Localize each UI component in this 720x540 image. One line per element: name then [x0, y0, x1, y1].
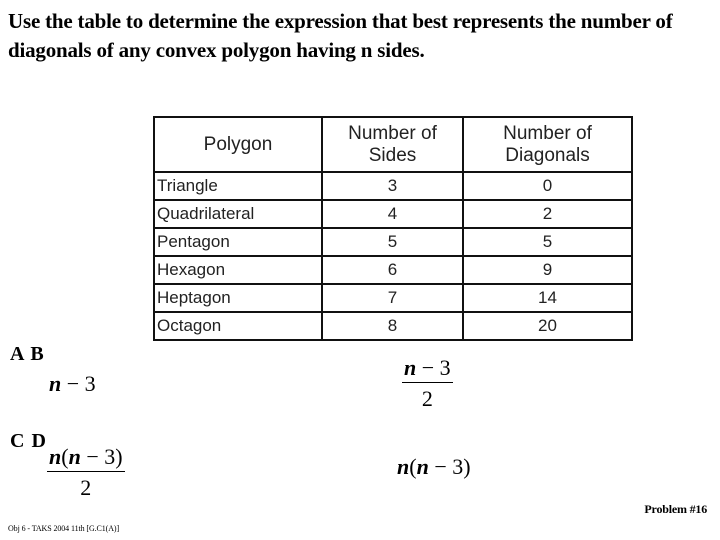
table-row: Pentagon 5 5: [153, 227, 633, 257]
cell-sides: 7: [321, 283, 464, 313]
choice-c-expression[interactable]: n(n − 3) 2: [47, 446, 125, 499]
denominator: 2: [80, 475, 92, 500]
table-row: Heptagon 7 14: [153, 283, 633, 313]
cell-diagonals: 14: [462, 283, 633, 313]
cell-polygon: Octagon: [153, 311, 323, 341]
cell-diagonals: 2: [462, 199, 633, 229]
cell-polygon: Pentagon: [153, 227, 323, 257]
cell-sides: 8: [321, 311, 464, 341]
table-row: Quadrilateral 4 2: [153, 199, 633, 229]
choice-d-expression[interactable]: n(n − 3): [397, 456, 471, 478]
cell-sides: 4: [321, 199, 464, 229]
polygon-table-container: Polygon Number of Sides Number of Diagon…: [153, 116, 633, 341]
cell-diagonals: 20: [462, 311, 633, 341]
objective-reference: Obj 6 - TAKS 2004 11th [G.C1(A)]: [8, 524, 120, 533]
problem-number: Problem #16: [644, 502, 707, 516]
table-row: Hexagon 6 9: [153, 255, 633, 285]
denominator: 2: [421, 386, 433, 411]
cell-polygon: Heptagon: [153, 283, 323, 313]
cell-polygon: Hexagon: [153, 255, 323, 285]
table-row: Octagon 8 20: [153, 311, 633, 341]
polygon-diagonals-table: Polygon Number of Sides Number of Diagon…: [153, 116, 633, 341]
table-header-row: Polygon Number of Sides Number of Diagon…: [153, 116, 633, 173]
question-text: Use the table to determine the expressio…: [8, 9, 673, 62]
header-number-of-diagonals: Number of Diagonals: [462, 116, 633, 173]
cell-sides: 3: [321, 171, 464, 201]
numerator: n(n − 3): [47, 446, 125, 472]
header-polygon: Polygon: [153, 116, 323, 173]
variable-n: n: [49, 371, 62, 396]
choice-a-expression[interactable]: n − 3: [49, 373, 96, 395]
header-number-of-sides: Number of Sides: [321, 116, 464, 173]
numerator: n − 3: [402, 357, 453, 383]
fraction: n − 3 2: [402, 357, 453, 410]
choice-labels-a-b: A B: [10, 343, 45, 365]
choice-b-expression[interactable]: n − 3 2: [402, 357, 453, 410]
cell-sides: 5: [321, 227, 464, 257]
table-row: Triangle 3 0: [153, 171, 633, 201]
choice-labels-c-d: C D: [10, 430, 47, 452]
cell-diagonals: 5: [462, 227, 633, 257]
fraction: n(n − 3) 2: [47, 446, 125, 499]
cell-polygon: Triangle: [153, 171, 323, 201]
cell-sides: 6: [321, 255, 464, 285]
cell-diagonals: 0: [462, 171, 633, 201]
cell-diagonals: 9: [462, 255, 633, 285]
cell-polygon: Quadrilateral: [153, 199, 323, 229]
